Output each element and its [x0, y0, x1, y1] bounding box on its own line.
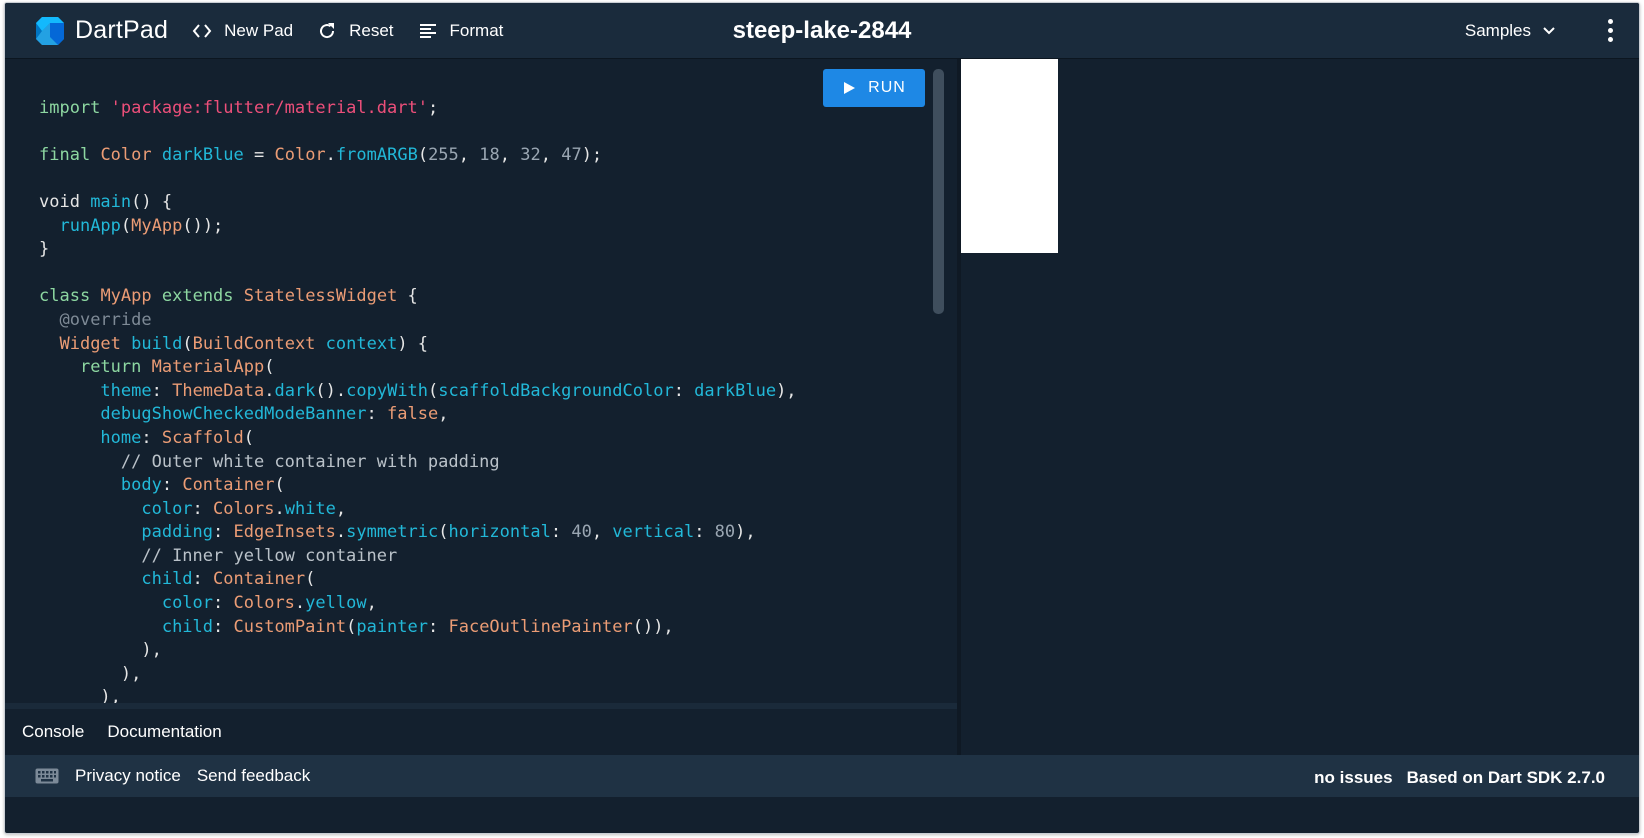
code-line: Widget build(BuildContext context) {	[59, 333, 429, 354]
code-line: runApp(MyApp());	[59, 215, 224, 236]
code-line: child: Container(	[141, 569, 316, 590]
pad-title[interactable]: steep-lake-2844	[733, 17, 912, 44]
code-line: color: Colors.yellow,	[161, 593, 377, 614]
code-editor[interactable]: import 'package:flutter/material.dart'; …	[5, 59, 957, 705]
app-preview[interactable]	[961, 59, 1058, 253]
samples-dropdown[interactable]: Samples	[1465, 21, 1557, 41]
format-align-icon	[419, 23, 436, 38]
code-line: color: Colors.white,	[141, 498, 347, 519]
code-line: child: CustomPaint(painter: FaceOutlineP…	[161, 616, 674, 637]
new-pad-label: New Pad	[224, 20, 294, 40]
run-button[interactable]: RUN	[823, 69, 925, 107]
app-header: DartPad New Pad Reset Format steep-lake-…	[5, 3, 1639, 59]
more-options-icon[interactable]	[1605, 19, 1615, 45]
refresh-icon	[320, 22, 335, 38]
console-tabs: Console Documentation	[5, 709, 957, 755]
run-label: RUN	[868, 79, 906, 96]
privacy-notice-link[interactable]: Privacy notice	[75, 766, 181, 786]
footer-status: no issues Based on Dart SDK 2.7.0	[1300, 768, 1605, 788]
code-line: padding: EdgeInsets.symmetric(horizontal…	[141, 522, 756, 543]
code-line: void main() {	[39, 191, 173, 212]
code-line: home: Scaffold(	[100, 427, 254, 448]
code-line: @override	[59, 309, 152, 330]
code-brackets-icon	[192, 23, 212, 38]
dart-logo-icon	[36, 16, 64, 45]
code-line: class MyApp extends StatelessWidget {	[39, 286, 418, 307]
format-button[interactable]: Format	[418, 20, 504, 41]
footer-bar: Privacy notice Send feedback no issues B…	[5, 755, 1639, 797]
chevron-down-icon	[1543, 27, 1555, 35]
code-line: body: Container(	[120, 475, 285, 496]
code-line: ),	[39, 640, 162, 661]
code-line: theme: ThemeData.dark().copyWith(scaffol…	[100, 380, 797, 401]
code-content[interactable]: import 'package:flutter/material.dart'; …	[39, 73, 797, 705]
output-panel	[961, 59, 1639, 755]
dartpad-logo[interactable]: DartPad	[33, 14, 168, 48]
new-pad-button[interactable]: New Pad	[192, 21, 293, 41]
code-line: // Outer white container with padding	[120, 451, 500, 472]
code-line: final Color darkBlue = Color.fromARGB(25…	[39, 144, 603, 165]
samples-label: Samples	[1464, 21, 1531, 40]
code-line: return MaterialApp(	[79, 357, 275, 378]
code-line: }	[39, 239, 50, 260]
sdk-version: Based on Dart SDK 2.7.0	[1406, 768, 1605, 787]
code-line: ),	[39, 663, 142, 684]
tab-console[interactable]: Console	[22, 722, 84, 742]
send-feedback-link[interactable]: Send feedback	[197, 766, 310, 786]
reset-label: Reset	[349, 20, 394, 40]
dartpad-window: DartPad New Pad Reset Format steep-lake-…	[4, 2, 1640, 834]
code-line: import 'package:flutter/material.dart';	[39, 97, 439, 118]
editor-scrollbar[interactable]	[933, 69, 944, 314]
code-line: debugShowCheckedModeBanner: false,	[100, 404, 449, 425]
app-name: DartPad	[75, 16, 169, 44]
tab-documentation[interactable]: Documentation	[107, 722, 221, 742]
format-label: Format	[449, 20, 504, 40]
keyboard-icon[interactable]	[35, 768, 59, 784]
issues-status[interactable]: no issues	[1314, 768, 1392, 788]
reset-button[interactable]: Reset	[317, 20, 394, 41]
code-line: // Inner yellow container	[141, 545, 398, 566]
play-icon	[844, 82, 856, 94]
